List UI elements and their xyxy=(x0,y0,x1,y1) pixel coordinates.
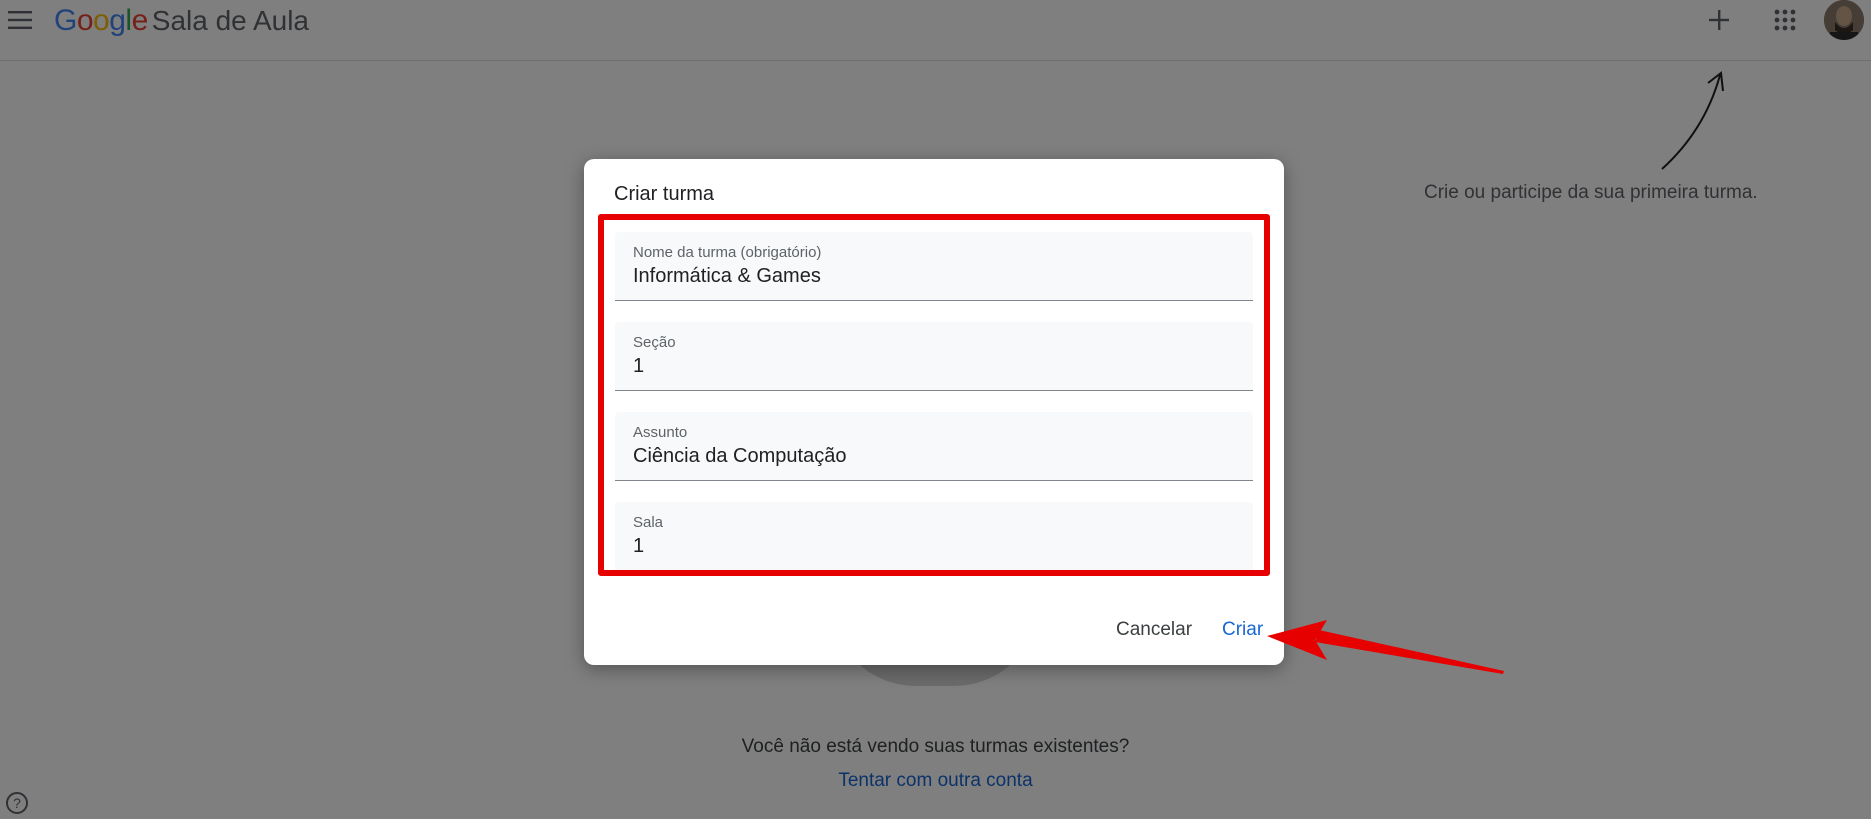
field-label: Nome da turma (obrigatório) xyxy=(633,244,822,261)
cancel-button[interactable]: Cancelar xyxy=(1116,619,1192,641)
section-input[interactable]: 1 xyxy=(633,355,644,378)
create-class-dialog: Criar turma Nome da turma (obrigatório) … xyxy=(584,159,1284,665)
field-label: Assunto xyxy=(633,424,688,441)
field-label: Seção xyxy=(633,334,676,351)
subject-input[interactable]: Ciência da Computação xyxy=(633,445,846,468)
dialog-title: Criar turma xyxy=(614,183,715,205)
field-label: Sala xyxy=(633,514,664,531)
subject-field[interactable]: Assunto Ciência da Computação xyxy=(615,412,1253,481)
section-field[interactable]: Seção 1 xyxy=(615,322,1253,391)
class-name-field[interactable]: Nome da turma (obrigatório) Informática … xyxy=(615,232,1253,301)
class-name-input[interactable]: Informática & Games xyxy=(633,265,821,288)
page: Google Sala de Aula xyxy=(0,0,1871,819)
annotation-arrow-icon xyxy=(1267,620,1504,674)
room-field[interactable]: Sala 1 xyxy=(615,502,1253,571)
room-input[interactable]: 1 xyxy=(633,535,644,558)
